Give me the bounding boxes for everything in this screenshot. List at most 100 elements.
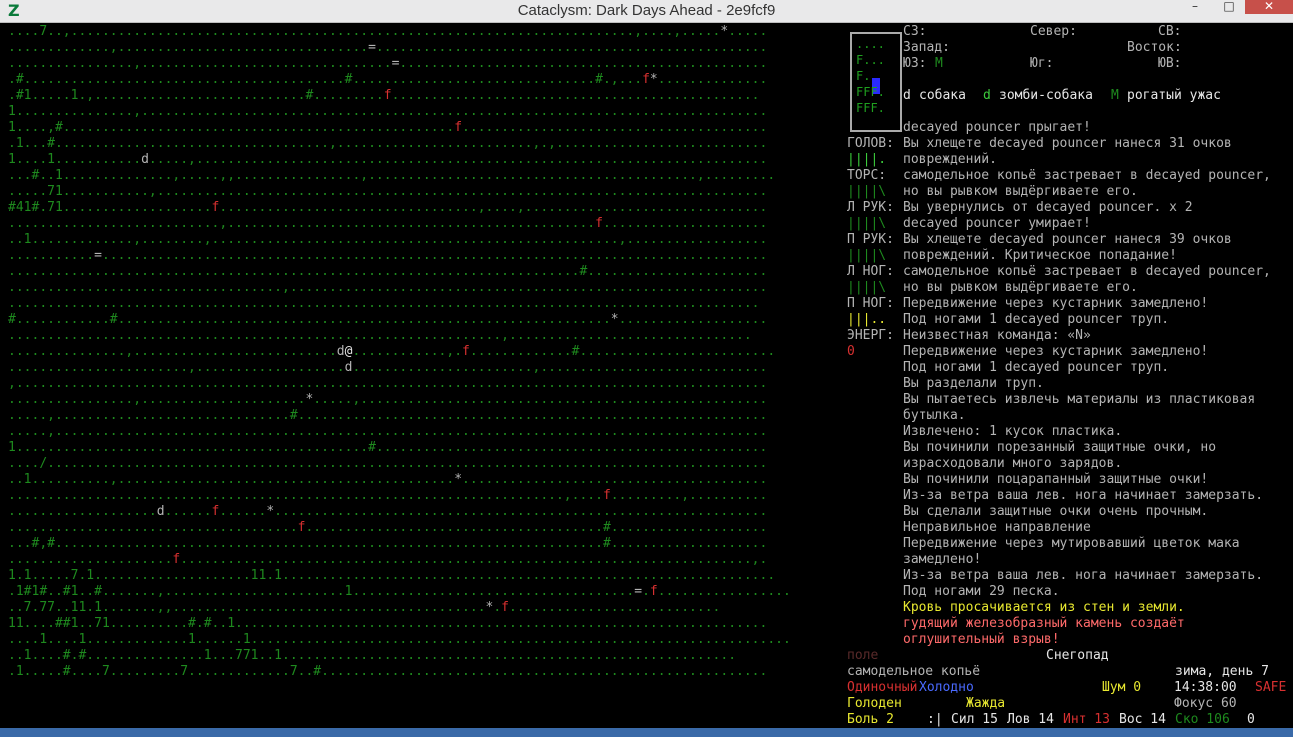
legend-glyph: d (903, 88, 911, 103)
log-line: повреждений. Критическое попадание! (903, 248, 1177, 263)
log-line: decayed pouncer прыгает! (903, 120, 1091, 135)
log-line: Кровь просачивается из стен и земли. (903, 600, 1185, 615)
game-screen[interactable]: ....7..,................................… (8, 24, 1288, 728)
log-line: decayed pouncer умирает! (903, 216, 1091, 231)
compass-s: Юг: (1030, 56, 1054, 71)
bodypart-label: П РУК: (847, 232, 894, 247)
map-row: ..1.............,........,..............… (8, 232, 768, 247)
bodypart-label: Л РУК: (847, 200, 894, 215)
log-line: Вы починили порезанный защитные очки, но (903, 440, 1217, 455)
map-row: 1.......................................… (8, 440, 768, 455)
log-line: Под ногами 29 песка. (903, 584, 1060, 599)
map-row: .....................................f..… (8, 520, 768, 535)
log-line: Неправильное направление (903, 520, 1091, 535)
bodypart-health-bar: ||||. (847, 152, 887, 167)
close-button[interactable]: ✕ (1245, 0, 1293, 14)
log-line: повреждений. (903, 152, 997, 167)
minimize-button[interactable]: – (1180, 0, 1210, 12)
compass-ne: СВ: (1158, 24, 1182, 39)
compass-sw: ЮЗ: (903, 56, 927, 71)
legend-glyph: M (1111, 88, 1119, 103)
minimap-row: FFF. (856, 101, 885, 115)
speed-stat: Ско 106 (1175, 712, 1230, 727)
map-row: 1.1.....7.1....................11.1.....… (8, 568, 776, 583)
minimap-row: FFF. (856, 85, 885, 99)
map-row: .#......................................… (8, 72, 768, 87)
map-row: .....71...........,.....................… (8, 184, 768, 199)
map-row: 1....,#.................................… (8, 120, 768, 135)
map-row: ........................................… (8, 328, 752, 343)
message-log: decayed pouncer прыгает! Вы хлещете decay… (903, 120, 1288, 648)
log-line: Передвижение через кустарник замедлено! (903, 296, 1209, 311)
map-row: ........................................… (8, 296, 760, 311)
log-line: израсходовали много зарядов. (903, 456, 1123, 471)
strength-stat: Сил 15 (951, 712, 998, 727)
game-map[interactable]: ....7..,................................… (8, 24, 846, 728)
intelligence-stat: Инт 13 (1063, 712, 1110, 727)
log-line: Извлечено: 1 кусок пластика. (903, 424, 1123, 439)
log-line: Неизвестная команда: «N» (903, 328, 1091, 343)
morale-face: :| (927, 712, 943, 727)
compass-e: Восток: (1127, 40, 1182, 55)
map-row: ...........................,............… (8, 216, 768, 231)
legend-label: собака (919, 88, 966, 103)
minimap-row: F... (856, 53, 885, 67)
log-line: Из-за ветра ваша лев. нога начинает заме… (903, 568, 1264, 583)
legend-label: зомби-собака (999, 88, 1093, 103)
move-mode-label: Одиночный (847, 680, 918, 695)
map-row: ...............,........................… (8, 344, 776, 359)
log-line: Вы пытаетесь извлечь материалы из пласти… (903, 392, 1256, 407)
minimap-row: F. (856, 69, 871, 83)
log-line: гудящий железобразный камень создаёт (903, 616, 1185, 631)
compass-se: ЮВ: (1158, 56, 1182, 71)
log-line: Вы разделали труп. (903, 376, 1044, 391)
time-label: 14:38:00 (1174, 680, 1237, 695)
bodypart-health-bar: ||||\ (847, 216, 887, 231)
map-row: 11....##1..71..........#.#..1...........… (8, 616, 768, 631)
pain-label: Боль 2 (847, 712, 894, 727)
map-row: ..1..........,..........................… (8, 472, 768, 487)
terrain-label: поле (847, 648, 879, 663)
log-line: оглушительный взрыв! (903, 632, 1060, 647)
bodypart-health-bar: |||.. (847, 312, 887, 327)
map-row: .1#1#..#1..#.......,....................… (8, 584, 791, 599)
map-row: .............,..........................… (8, 40, 768, 55)
bodypart-label: ЭНЕРГ: (847, 328, 894, 343)
log-line: Передвижение через кустарник замедлено! (903, 344, 1209, 359)
compass-n: Север: (1030, 24, 1077, 39)
log-line: Из-за ветра ваша лев. нога начинает заме… (903, 488, 1264, 503)
bodypart-label: ГОЛОВ: (847, 136, 894, 151)
thirst-label: Жажда (966, 696, 1006, 711)
log-line: бутылка. (903, 408, 966, 423)
compass-sw-monster: M (935, 56, 943, 71)
map-row: ........................................… (8, 264, 768, 279)
maximize-button[interactable]: □ (1214, 0, 1244, 12)
bodypart-health-bar: ||||\ (847, 280, 887, 295)
bodypart-health-bar: ||||\ (847, 184, 887, 199)
season-label: зима, день 7 (1175, 664, 1269, 679)
log-line: замедлено! (903, 552, 982, 567)
title-bar: Z Cataclysm: Dark Days Ahead - 2e9fcf9 –… (0, 0, 1293, 23)
log-line: но вы рывком выдёргиваете его. (903, 280, 1138, 295)
map-row: ...........=............................… (8, 248, 768, 263)
minimap: .... F... F. FFF. FFF. (850, 32, 902, 132)
map-row: .#1.....1.,...........................#.… (8, 88, 760, 103)
log-line: но вы рывком выдёргиваете его. (903, 184, 1138, 199)
dexterity-stat: Лов 14 (1007, 712, 1054, 727)
minimap-row: .... (856, 37, 885, 51)
map-row: ........................................… (8, 488, 768, 503)
log-line: Вы починили поцарапанный защитные очки! (903, 472, 1209, 487)
bodypart-label: П НОГ: (847, 296, 894, 311)
compass-w: Запад: (903, 40, 950, 55)
log-line: Передвижение через мутировавший цветок м… (903, 536, 1240, 551)
safe-mode-label: SAFE (1255, 680, 1287, 695)
map-row: ...#..1..............,.....,,...........… (8, 168, 776, 183)
weapon-label: самодельное копьё (847, 664, 981, 679)
map-row: 1....1...........d.....,................… (8, 152, 768, 167)
log-line: Вы хлещете decayed pouncer нанеся 31 очк… (903, 136, 1232, 151)
log-line: самодельное копьё застревает в decayed p… (903, 264, 1271, 279)
map-row: ..7.77..11.1.......,,...................… (8, 600, 721, 615)
log-line: Под ногами 1 decayed pouncer труп. (903, 312, 1170, 327)
bodypart-label: Л НОГ: (847, 264, 894, 279)
extra-value: 0 (1247, 712, 1255, 727)
